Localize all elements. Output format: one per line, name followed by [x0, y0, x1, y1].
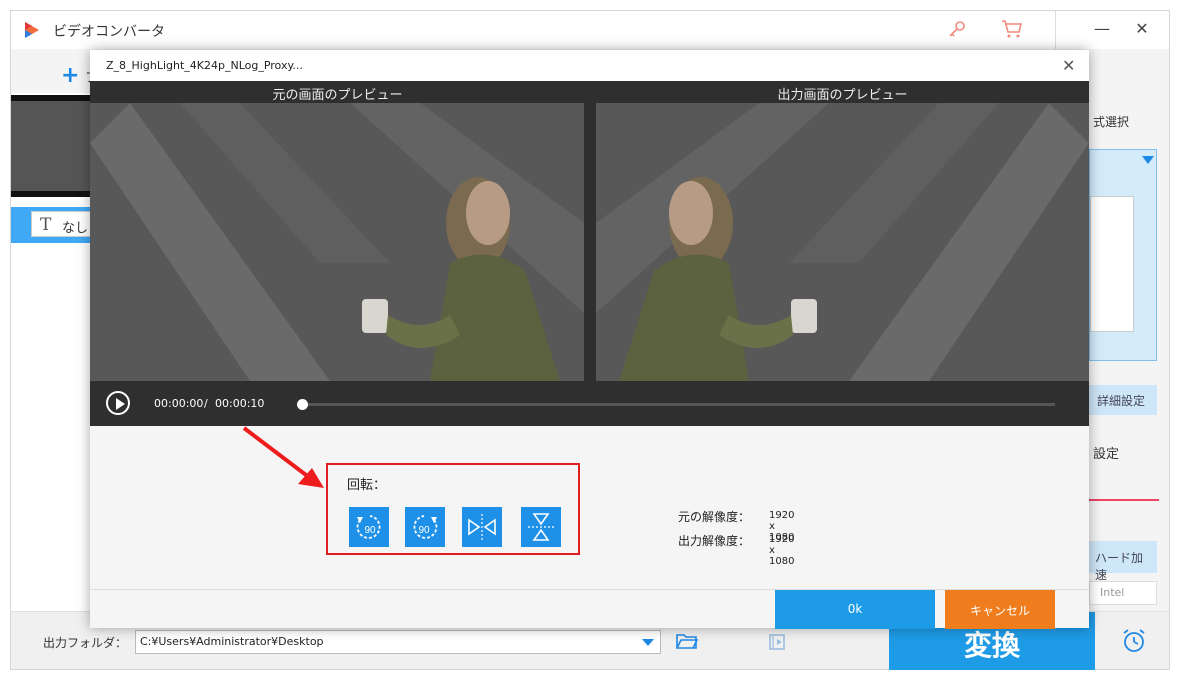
rotate-ccw-text: 90 [364, 525, 376, 536]
cart-icon[interactable] [1001, 19, 1023, 39]
rotate-ccw-90-icon: 90 [356, 515, 381, 539]
minimize-icon[interactable]: — [1087, 19, 1117, 43]
screen: ビデオコンバータ — ✕ + フ T なし [0, 0, 1180, 680]
seek-bar[interactable] [301, 403, 1055, 406]
rotate-section: 回転： 90 90 [326, 463, 580, 555]
rotate-cw-90-icon: 90 [413, 515, 438, 539]
flip-horizontal-icon [468, 514, 496, 540]
rotate-dialog: Z_8_HighLight_4K24p_NLog_Proxy... ✕ 元の画面… [90, 50, 1089, 629]
chevron-down-icon[interactable] [1142, 156, 1154, 164]
video-frame [90, 103, 584, 381]
output-preview [596, 103, 1089, 381]
cancel-button[interactable]: キャンセル [945, 590, 1055, 629]
playback-controls: 00:00:00 / 00:00:10 [90, 381, 1089, 426]
subtitle-row: T なし [11, 207, 101, 243]
format-selector[interactable] [1089, 149, 1157, 361]
original-resolution-label: 元の解像度： [678, 510, 751, 524]
titlebar-divider [1055, 11, 1056, 49]
output-folder-value: C:¥Users¥Administrator¥Desktop [140, 635, 324, 648]
chevron-down-icon[interactable] [642, 639, 654, 646]
section-label: 設定 [1093, 447, 1120, 462]
alarm-clock-icon[interactable] [1121, 628, 1147, 654]
output-preview-label: 出力画面のプレビュー [777, 88, 908, 103]
title-bar: ビデオコンバータ — ✕ [11, 11, 1169, 49]
close-icon[interactable]: ✕ [1062, 56, 1075, 75]
red-arrow-annotation [242, 426, 324, 488]
original-preview [90, 103, 584, 381]
rotate-ccw-90-button[interactable]: 90 [349, 507, 389, 547]
dialog-title: Z_8_HighLight_4K24p_NLog_Proxy... [106, 59, 303, 72]
key-icon[interactable] [947, 19, 967, 39]
seek-handle[interactable] [297, 399, 308, 410]
intel-option[interactable]: Intel [1089, 581, 1157, 605]
video-thumbnail[interactable] [11, 95, 91, 197]
plus-icon[interactable]: + [61, 63, 79, 88]
rotate-cw-90-button[interactable]: 90 [405, 507, 445, 547]
flip-horizontal-button[interactable] [462, 507, 502, 547]
rotate-cw-text: 90 [418, 525, 430, 536]
folder-open-icon[interactable] [676, 632, 698, 650]
app-logo-icon [25, 22, 39, 38]
flip-vertical-button[interactable] [521, 507, 561, 547]
total-time: 00:00:10 [215, 397, 265, 410]
format-icon [1090, 196, 1134, 332]
dialog-footer: 0k キャンセル [90, 589, 1089, 629]
app-title: ビデオコンバータ [53, 24, 165, 40]
flip-vertical-icon [528, 513, 554, 541]
current-time: 00:00:00 [154, 397, 204, 410]
settings-button[interactable]: 詳細設定 [1089, 385, 1157, 415]
subtitle-value: なし [62, 221, 89, 236]
output-resolution-value: 1920 x 1080 [769, 534, 795, 567]
output-resolution-label: 出力解像度： [678, 534, 751, 548]
video-frame [596, 103, 1089, 381]
right-panel: 式選択 詳細設定 設定 ハード加速 Intel [1089, 93, 1169, 613]
film-merge-icon[interactable] [768, 632, 790, 652]
format-select-label: 式選択 [1093, 115, 1130, 129]
text-T-icon: T [40, 215, 52, 235]
time-separator: / [204, 397, 208, 410]
hardware-accel-button[interactable]: ハード加速 [1089, 541, 1157, 582]
dialog-title-bar: Z_8_HighLight_4K24p_NLog_Proxy... ✕ [90, 50, 1089, 81]
preview-area: 元の画面のプレビュー 出力画面のプレビュー 00:00:00 / 00:00:1… [90, 81, 1089, 426]
original-preview-label: 元の画面のプレビュー [272, 88, 403, 103]
ok-button[interactable]: 0k [775, 590, 935, 629]
play-icon[interactable] [106, 391, 130, 415]
rotate-label: 回転： [347, 478, 387, 493]
quality-slider[interactable] [1089, 499, 1159, 501]
close-icon[interactable]: ✕ [1127, 19, 1157, 43]
output-folder-field[interactable]: C:¥Users¥Administrator¥Desktop [135, 630, 661, 654]
output-folder-label: 出力フォルダ： [43, 636, 128, 650]
